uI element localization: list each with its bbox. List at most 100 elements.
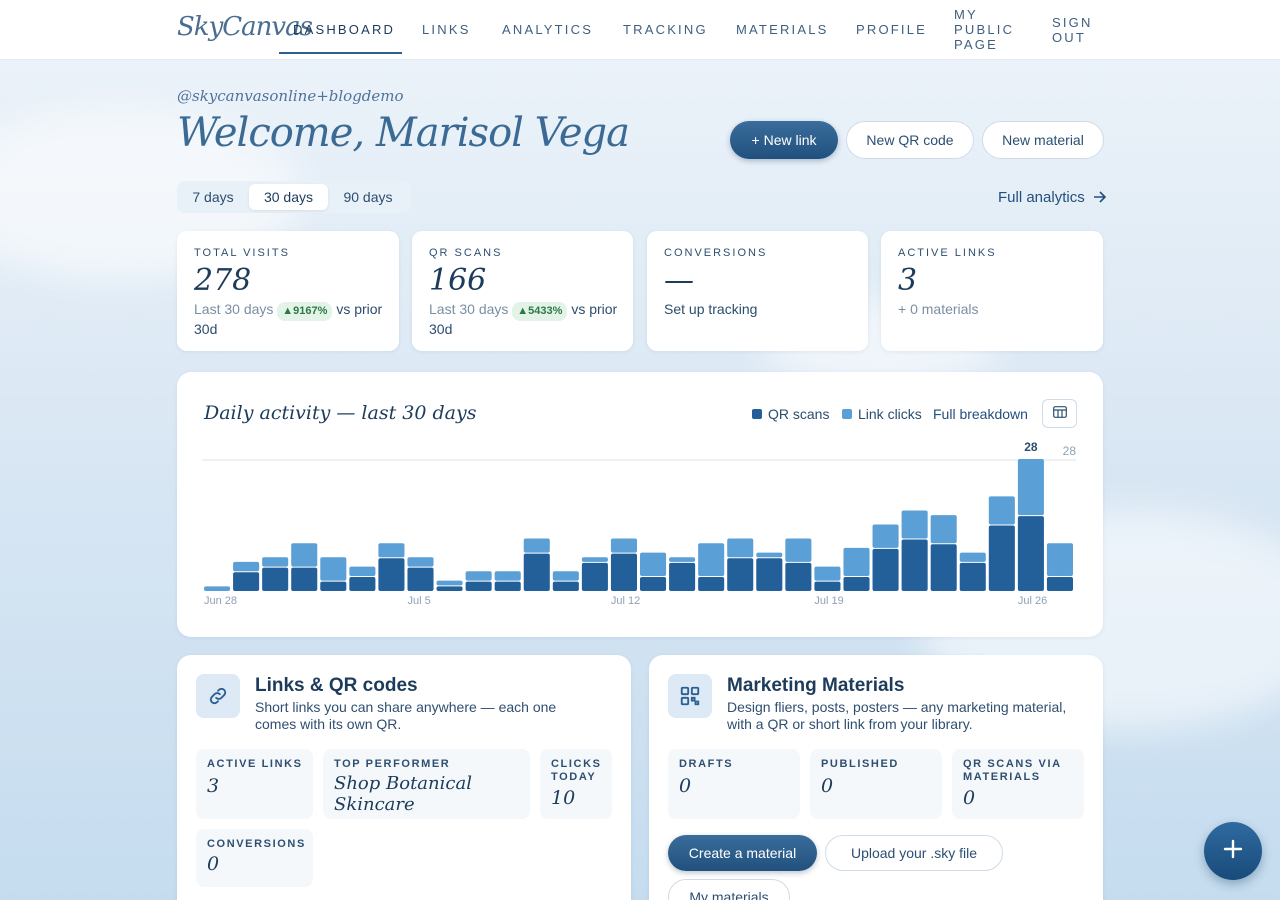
mini-stat-clicks-today: Clicks today 10 — [540, 749, 612, 819]
bar-qr-scans — [523, 553, 550, 591]
bar-qr-scans — [843, 576, 870, 591]
bar-link-clicks — [552, 571, 579, 581]
quick-add-button[interactable] — [1204, 822, 1262, 880]
range-90-days[interactable]: 90 days — [331, 184, 405, 210]
nav-links[interactable]: Links — [422, 22, 471, 37]
bar-link-clicks — [581, 557, 608, 562]
bar-qr-scans — [756, 558, 783, 591]
bar-qr-scans — [1046, 576, 1073, 591]
new-link-button[interactable]: + New link — [730, 121, 838, 159]
bar-qr-scans — [669, 562, 696, 591]
active-tab-indicator — [279, 52, 402, 54]
date-range-selector: 7 days 30 days 90 days — [177, 181, 411, 213]
nav-profile[interactable]: Profile — [856, 22, 927, 37]
mini-stat-drafts: Drafts 0 — [668, 749, 800, 819]
arrow-right-icon — [1093, 190, 1107, 207]
mini-value: 0 — [679, 775, 692, 797]
bar-link-clicks — [640, 552, 667, 576]
stat-sub: Last 30 days ▲5433% vs prior 30d — [429, 301, 619, 338]
mini-label: Clicks today — [551, 758, 602, 783]
bar-qr-scans — [959, 562, 986, 591]
bar-qr-scans — [872, 548, 899, 591]
bar-link-clicks — [320, 557, 347, 581]
new-qr-code-button[interactable]: New QR code — [846, 121, 974, 159]
bar-qr-scans — [291, 567, 318, 591]
bar-link-clicks — [407, 557, 434, 567]
chart-peak-label: 28 — [1024, 440, 1038, 454]
bar-link-clicks — [610, 538, 637, 553]
mini-label: Published — [821, 758, 899, 770]
mini-value: 10 — [551, 787, 576, 809]
bar-link-clicks — [1046, 543, 1073, 576]
plus-icon — [1223, 839, 1243, 864]
full-analytics-link[interactable]: Full analytics — [998, 189, 1107, 207]
bar-qr-scans — [814, 581, 841, 591]
nav-analytics[interactable]: Analytics — [502, 22, 593, 37]
bar-qr-scans — [494, 581, 521, 591]
bar-qr-scans — [581, 562, 608, 591]
bar-link-clicks — [262, 557, 289, 567]
mini-stat-top-performer[interactable]: Top performer Shop Botanical Skincare — [323, 749, 530, 819]
bar-qr-scans — [698, 576, 725, 591]
bar-link-clicks — [465, 571, 492, 581]
bar-qr-scans — [552, 581, 579, 591]
link-icon — [196, 674, 240, 718]
create-material-button[interactable]: Create a material — [668, 835, 817, 871]
range-30-days[interactable]: 30 days — [249, 184, 328, 210]
links-qr-panel: Links & QR codes Short links you can sha… — [177, 655, 631, 900]
stat-card-qr-scans: QR scans 166 Last 30 days ▲5433% vs prio… — [412, 231, 633, 351]
x-tick-label: Jul 12 — [611, 595, 640, 607]
panel-title: Links & QR codes — [255, 675, 418, 696]
stat-value: 3 — [898, 263, 918, 298]
mini-value: 0 — [963, 787, 976, 809]
mini-label: Active links — [207, 758, 303, 770]
trend-badge: ▲9167% — [277, 302, 333, 321]
nav-sign-out[interactable]: Sign Out — [1052, 15, 1102, 45]
bar-qr-scans — [1017, 516, 1044, 591]
set-up-tracking-link[interactable]: Set up tracking — [664, 301, 854, 318]
nav-tracking[interactable]: Tracking — [623, 22, 708, 37]
bar-qr-scans — [320, 581, 347, 591]
daily-activity-card: Daily activity — last 30 days QR scans L… — [177, 372, 1103, 637]
stat-sub: Last 30 days ▲9167% vs prior 30d — [194, 301, 384, 338]
stat-label: Conversions — [664, 247, 768, 259]
nav-dashboard[interactable]: Dashboard — [293, 22, 395, 37]
stat-label: Total visits — [194, 247, 290, 259]
mini-value: Shop Botanical Skincare — [334, 773, 472, 815]
account-handle: @skycanvasonline+blogdemo — [177, 87, 404, 105]
bar-link-clicks — [727, 538, 754, 558]
bar-qr-scans — [436, 586, 463, 591]
mini-value: 0 — [821, 775, 834, 797]
bar-link-clicks — [843, 547, 870, 576]
bar-link-clicks — [291, 543, 318, 567]
mini-value: 0 — [207, 853, 220, 875]
stat-card-active-links: Active links 3 + 0 materials — [881, 231, 1103, 351]
bar-qr-scans — [988, 525, 1015, 591]
panel-description: Short links you can share anywhere — eac… — [255, 699, 557, 732]
stat-sub: + 0 materials — [898, 301, 979, 317]
bar-link-clicks — [930, 515, 957, 544]
nav-materials[interactable]: Materials — [736, 22, 829, 37]
upload-sky-file-button[interactable]: Upload your .sky file — [825, 835, 1003, 871]
bar-qr-scans — [233, 572, 260, 591]
stat-value: — — [664, 263, 694, 298]
full-analytics-label: Full analytics — [998, 189, 1085, 206]
daily-activity-chart: 28 28 Jun 28 Jul 5 Jul 12 Jul 19 Jul 26 — [202, 440, 1076, 607]
bar-link-clicks — [756, 552, 783, 558]
my-materials-button[interactable]: My materials — [668, 879, 790, 900]
bar-qr-scans — [930, 544, 957, 591]
x-tick-label: Jul 19 — [814, 595, 843, 607]
panel-title: Marketing Materials — [727, 675, 905, 696]
stat-value: 278 — [194, 263, 252, 298]
mini-label: QR scans via materials — [963, 758, 1062, 783]
logo[interactable]: SkyCanvas — [177, 12, 313, 42]
bar-qr-scans — [349, 576, 376, 591]
mini-label: Conversions — [207, 838, 306, 850]
nav-my-public-page[interactable]: My Public Page — [954, 7, 1024, 52]
bar-link-clicks — [814, 566, 841, 581]
bar-qr-scans — [378, 558, 405, 591]
range-7-days[interactable]: 7 days — [180, 184, 246, 210]
panel-description: Design fliers, posts, posters — any mark… — [727, 699, 1067, 732]
stat-value: 166 — [429, 263, 487, 298]
new-material-button[interactable]: New material — [982, 121, 1104, 159]
